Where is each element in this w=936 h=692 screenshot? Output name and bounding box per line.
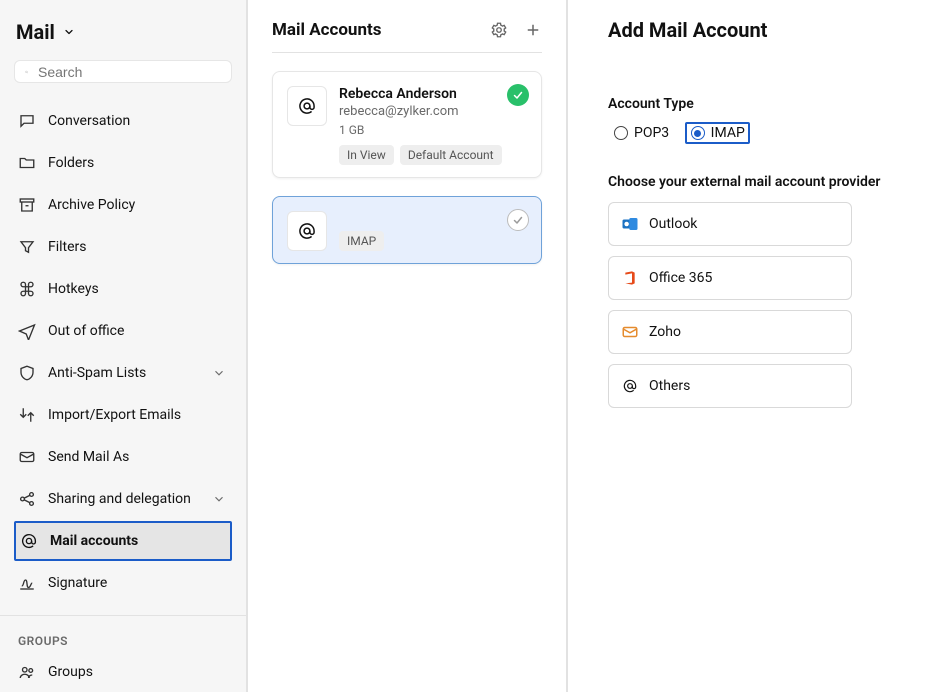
at-icon (621, 377, 639, 395)
funnel-icon (18, 238, 36, 256)
folder-icon (18, 154, 36, 172)
chevron-down-icon (212, 366, 226, 380)
account-chip: IMAP (339, 231, 384, 251)
sidebar-item-out-of-office[interactable]: Out of office (14, 311, 232, 351)
sidebar-item-label: Signature (48, 575, 226, 591)
gear-icon[interactable] (490, 21, 508, 39)
radio-icon (691, 126, 705, 140)
account-chip: Default Account (400, 145, 502, 165)
chevron-down-icon (212, 492, 226, 506)
app-title: Mail (16, 20, 55, 44)
shield-icon (18, 364, 36, 382)
account-type-imap[interactable]: IMAP (685, 122, 750, 144)
sidebar-item-conversation[interactable]: Conversation (14, 101, 232, 141)
account-storage: 1 GB (339, 123, 527, 137)
app-switcher[interactable]: Mail (14, 18, 232, 50)
chat-icon (18, 112, 36, 130)
sidebar-item-label: Send Mail As (48, 449, 226, 465)
sidebar-item-signature[interactable]: Signature (14, 563, 232, 603)
provider-label: Office 365 (649, 270, 712, 286)
sidebar-item-send-mail-as[interactable]: Send Mail As (14, 437, 232, 477)
settings-nav: Conversation Folders Archive Policy Filt… (14, 101, 232, 692)
sidebar-item-label: Mail accounts (50, 533, 224, 549)
sidebar: Mail Conversation Folders Archive Policy… (0, 0, 248, 692)
at-icon (287, 211, 327, 251)
provider-zoho[interactable]: Zoho (608, 310, 852, 354)
page-title: Add Mail Account (608, 18, 896, 42)
command-icon (18, 280, 36, 298)
divider (0, 615, 246, 616)
people-icon (18, 663, 36, 681)
radio-label: IMAP (711, 125, 745, 141)
sidebar-item-label: Out of office (48, 323, 226, 339)
radio-icon (614, 126, 628, 140)
at-icon (20, 532, 38, 550)
verified-badge (507, 84, 529, 106)
chevron-down-icon (63, 26, 75, 38)
sidebar-item-import-export[interactable]: Import/Export Emails (14, 395, 232, 435)
account-type-label: Account Type (608, 96, 896, 112)
sidebar-item-anti-spam[interactable]: Anti-Spam Lists (14, 353, 232, 393)
sidebar-item-label: Filters (48, 239, 226, 255)
provider-office365[interactable]: Office 365 (608, 256, 852, 300)
account-card-rebecca[interactable]: Rebecca Anderson rebecca@zylker.com 1 GB… (272, 71, 542, 178)
account-email: rebecca@zylker.com (339, 104, 527, 119)
import-export-icon (18, 406, 36, 424)
provider-outlook[interactable]: Outlook (608, 202, 852, 246)
provider-label: Others (649, 378, 690, 394)
archive-icon (18, 196, 36, 214)
provider-others[interactable]: Others (608, 364, 852, 408)
add-account-panel: Add Mail Account Account Type POP3 IMAP … (568, 0, 936, 692)
sidebar-item-label: Groups (48, 664, 226, 680)
sidebar-item-label: Import/Export Emails (48, 407, 226, 423)
sidebar-item-label: Archive Policy (48, 197, 226, 213)
accounts-column: Mail Accounts Rebecca Anderson rebecca@z… (248, 0, 568, 692)
account-card-new-imap[interactable]: IMAP (272, 196, 542, 264)
sidebar-item-label: Anti-Spam Lists (48, 365, 200, 381)
account-type-radiogroup: POP3 IMAP (608, 122, 896, 144)
sidebar-item-label: Sharing and delegation (48, 491, 200, 507)
radio-label: POP3 (634, 125, 669, 141)
provider-label: Outlook (649, 216, 697, 232)
account-name: Rebecca Anderson (339, 86, 527, 102)
plane-icon (18, 322, 36, 340)
accounts-header: Mail Accounts (272, 20, 542, 53)
office365-icon (621, 269, 639, 287)
sidebar-item-groups[interactable]: Groups (14, 652, 232, 692)
sidebar-item-sharing[interactable]: Sharing and delegation (14, 479, 232, 519)
sidebar-item-label: Conversation (48, 113, 226, 129)
provider-label: Zoho (649, 324, 681, 340)
pending-badge (507, 209, 529, 231)
share-icon (18, 490, 36, 508)
sidebar-item-hotkeys[interactable]: Hotkeys (14, 269, 232, 309)
at-icon (287, 86, 327, 126)
zoho-icon (621, 323, 639, 341)
search-input-wrap[interactable] (14, 60, 232, 83)
sidebar-item-filters[interactable]: Filters (14, 227, 232, 267)
search-icon (25, 64, 28, 80)
provider-list: Outlook Office 365 Zoho Others (608, 202, 852, 408)
accounts-title: Mail Accounts (272, 20, 490, 40)
search-input[interactable] (36, 63, 221, 81)
account-type-pop3[interactable]: POP3 (608, 122, 675, 144)
send-as-icon (18, 448, 36, 466)
sidebar-item-archive-policy[interactable]: Archive Policy (14, 185, 232, 225)
plus-icon[interactable] (524, 21, 542, 39)
sidebar-item-label: Folders (48, 155, 226, 171)
sidebar-item-folders[interactable]: Folders (14, 143, 232, 183)
account-chip: In View (339, 145, 394, 165)
signature-icon (18, 574, 36, 592)
provider-section-label: Choose your external mail account provid… (608, 174, 896, 190)
outlook-icon (621, 215, 639, 233)
sidebar-item-label: Hotkeys (48, 281, 226, 297)
groups-section-caption: GROUPS (14, 628, 232, 650)
sidebar-item-mail-accounts[interactable]: Mail accounts (14, 521, 232, 561)
